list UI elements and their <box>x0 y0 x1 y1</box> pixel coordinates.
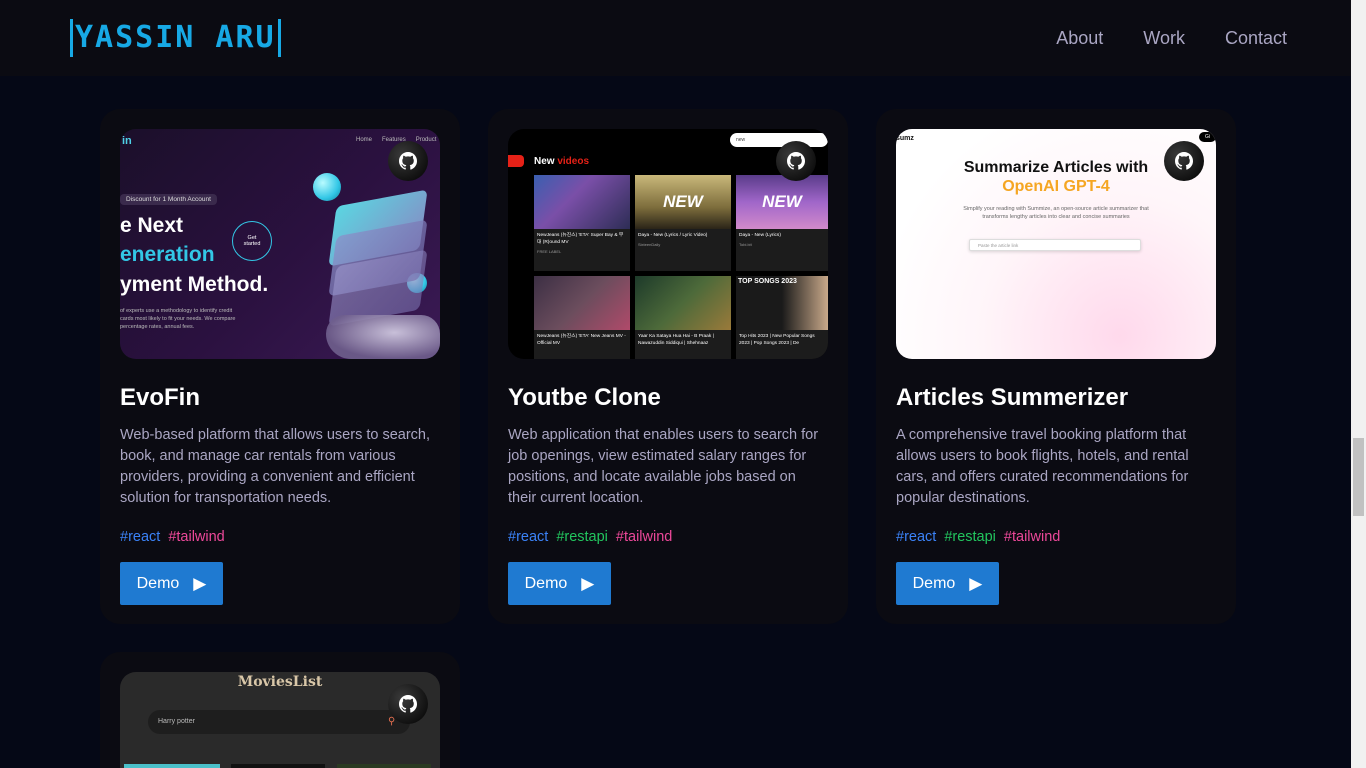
movie-poster <box>231 764 325 768</box>
tag-react: #react <box>896 529 937 545</box>
github-link-button[interactable] <box>1164 141 1204 181</box>
thumb-heading-red: videos <box>557 156 590 167</box>
github-icon <box>399 695 417 713</box>
video-card: TOP SONGS 2023 Top Hits 2023 | New Popul… <box>736 276 828 359</box>
project-title: Articles Summerizer <box>896 384 1129 411</box>
thumb-url-input: Paste the article link <box>969 239 1141 251</box>
video-caption: NewJeans (뉴진스) 'ETA' Super Bay & 무대 (R)o… <box>537 233 624 245</box>
project-thumbnail: in Home Features Product Discount for 1 … <box>120 129 440 359</box>
demo-button-label: Demo <box>136 574 180 592</box>
thumb-headline-2: eneration <box>120 243 215 266</box>
youtube-logo-icon <box>508 155 524 167</box>
project-title: EvoFin <box>120 384 201 411</box>
thumb-body: of experts use a methodology to identify… <box>120 308 236 330</box>
demo-button[interactable]: Demo ▶ <box>896 562 999 605</box>
github-icon <box>399 152 417 170</box>
tag-restapi: #restapi <box>556 529 608 545</box>
demo-button-label: Demo <box>912 574 956 592</box>
play-icon: ▶ <box>193 573 207 593</box>
demo-button-label: Demo <box>524 574 568 592</box>
thumb-get-started: Get started <box>232 221 272 261</box>
project-card-youtube-clone: New videos new NewJeans (뉴진스) 'ETA' Supe… <box>488 109 848 624</box>
project-title: Youtbe Clone <box>508 384 661 411</box>
nav-link-about[interactable]: About <box>1056 28 1103 49</box>
thumb-brand: in <box>122 135 132 147</box>
tag-react: #react <box>508 529 549 545</box>
project-tags: #react #restapi #tailwind <box>508 529 828 545</box>
demo-button[interactable]: Demo ▶ <box>120 562 223 605</box>
thumb-github-button: Gi <box>1199 132 1216 142</box>
github-icon <box>787 152 805 170</box>
video-thumbnail <box>534 175 630 229</box>
site-logo[interactable]: YASSIN ARU <box>70 19 281 57</box>
tag-tailwind: #tailwind <box>1003 529 1061 545</box>
project-thumbnail: New videos new NewJeans (뉴진스) 'ETA' Supe… <box>508 129 828 359</box>
project-card-movieslist: MoviesList Harry potter ⚲ <box>100 652 460 768</box>
play-icon: ▶ <box>969 573 983 593</box>
project-thumbnail: MoviesList Harry potter ⚲ <box>120 672 440 768</box>
thumb-search-bar: new <box>730 133 828 147</box>
github-link-button[interactable] <box>776 141 816 181</box>
project-description: Web-based platform that allows users to … <box>120 427 431 506</box>
tag-restapi: #restapi <box>944 529 996 545</box>
thumb-search-input: Harry potter <box>148 710 410 734</box>
video-card: Yaar Ka Sataya Hua Hai - B Praak | Nawaz… <box>635 276 731 359</box>
video-caption: NewJeans (뉴진스) 'ETA' New Jeans MV - Offi… <box>537 334 626 346</box>
thumb-brand: MoviesList <box>237 674 323 690</box>
github-link-button[interactable] <box>388 684 428 724</box>
navbar: YASSIN ARU About Work Contact <box>0 0 1351 76</box>
video-card: NEW Daya - New (Lyrics / Lyric Video) Si… <box>635 175 731 271</box>
nav-links: About Work Contact <box>1056 28 1287 49</box>
movie-poster <box>337 764 431 768</box>
thumb-headline-3: yment Method. <box>120 273 269 296</box>
nav-link-work[interactable]: Work <box>1143 28 1185 49</box>
project-tags: #react #restapi #tailwind <box>896 529 1216 545</box>
video-card: NEW Daya - New (Lyrics) Tobi.bit <box>736 175 828 271</box>
video-channel: Tobi.bit <box>739 242 752 247</box>
nav-link-contact[interactable]: Contact <box>1225 28 1287 49</box>
thumb-promo: Discount for 1 Month Account <box>120 194 217 205</box>
video-caption: Yaar Ka Sataya Hua Hai - B Praak | Nawaz… <box>638 334 714 346</box>
project-description: A comprehensive travel booking platform … <box>896 427 1189 506</box>
thumb-heading: New videos <box>534 156 589 167</box>
thumb-heading-white: New <box>534 156 555 167</box>
movie-poster <box>124 764 220 768</box>
thumb-nav-item: Home <box>356 137 373 143</box>
video-thumbnail: NEW <box>635 175 731 229</box>
video-thumbnail: TOP SONGS 2023 <box>736 276 828 330</box>
video-caption: Daya - New (Lyrics) <box>739 233 781 238</box>
thumb-nav: Home Features Product <box>356 137 436 143</box>
play-icon: ▶ <box>581 573 595 593</box>
thumb-headline-accent: OpenAI GPT-4 <box>1002 178 1110 195</box>
demo-button[interactable]: Demo ▶ <box>508 562 611 605</box>
page-scrollbar[interactable] <box>1351 0 1366 768</box>
project-description: Web application that enables users to se… <box>508 427 819 506</box>
tag-tailwind: #tailwind <box>615 529 673 545</box>
video-channel: SixteenDaily <box>638 242 661 247</box>
tag-react: #react <box>120 529 161 545</box>
video-thumbnail <box>635 276 731 330</box>
thumb-headline-1: e Next <box>120 214 184 237</box>
project-thumbnail: sumz Gi Summarize Articles with OpenAI G… <box>896 129 1216 359</box>
project-card-articles-summerizer: sumz Gi Summarize Articles with OpenAI G… <box>876 109 1236 624</box>
video-card: NewJeans (뉴진스) 'ETA' New Jeans MV - Offi… <box>534 276 630 359</box>
github-icon <box>1175 152 1193 170</box>
video-thumbnail <box>534 276 630 330</box>
scrollbar-thumb[interactable] <box>1353 438 1364 516</box>
robot-hand-illustration <box>326 315 440 359</box>
video-channel: FREE LABEL <box>537 249 562 254</box>
github-link-button[interactable] <box>388 141 428 181</box>
tag-tailwind: #tailwind <box>168 529 225 545</box>
sphere-decoration <box>313 173 341 201</box>
thumb-brand: sumz <box>896 135 914 142</box>
project-tags: #react #tailwind <box>120 529 440 545</box>
thumb-nav-item: Product <box>415 137 437 143</box>
thumb-subtitle: Simplify your reading with Summize, an o… <box>963 206 1149 220</box>
project-card-evofin: in Home Features Product Discount for 1 … <box>100 109 460 624</box>
video-thumbnail: NEW <box>736 175 828 229</box>
video-card: NewJeans (뉴진스) 'ETA' Super Bay & 무대 (R)o… <box>534 175 630 271</box>
video-caption: Top Hits 2023 | New Popular Songs 2023 |… <box>739 334 815 346</box>
video-caption: Daya - New (Lyrics / Lyric Video) <box>638 233 708 238</box>
